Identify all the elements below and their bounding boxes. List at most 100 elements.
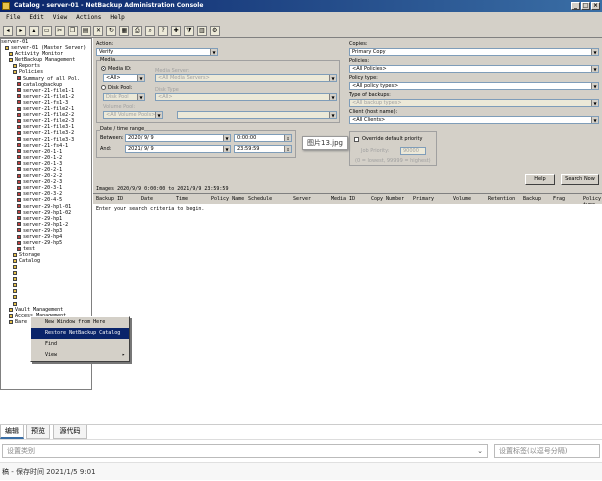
client-select[interactable]: <All Clients> ▼ [349,116,599,124]
column-header[interactable]: Frag [553,196,565,202]
and-date-field[interactable]: 2021/ 9/ 9 ▼ [125,145,231,153]
override-priority-checkbox[interactable] [354,137,359,142]
search-now-button[interactable]: Search Now [561,174,599,185]
column-header[interactable]: Policy Name [211,196,244,202]
print-icon[interactable]: ⎙ [132,26,143,36]
type-of-backup-select[interactable]: <All backup types> ▼ [349,99,599,107]
column-header[interactable]: Media ID [331,196,355,202]
context-menu-item[interactable]: View [31,350,129,361]
up-icon[interactable]: ▴ [28,26,39,36]
menu-file[interactable]: File [6,14,20,21]
media-id-field[interactable]: <All> ▼ [103,74,145,82]
context-menu-item[interactable]: Restore NetBackup Catalog [31,328,129,339]
chevron-down-icon[interactable]: ▼ [329,94,336,100]
new-icon[interactable]: ✚ [170,26,181,36]
results-table[interactable]: Enter your search criteria to begin. [93,204,602,390]
tree-item-label: Catalog [19,258,41,265]
column-header[interactable]: Backup ID [96,196,123,202]
between-time-field[interactable]: 0:00:00 ⇕ [234,134,292,142]
menu-edit[interactable]: Edit [29,14,43,21]
column-header[interactable]: Time [176,196,188,202]
chevron-down-icon[interactable]: ▼ [329,75,336,81]
disk-type-select[interactable]: <All> ▼ [155,93,337,101]
chevron-down-icon[interactable]: ⌄ [477,445,483,457]
tab-source[interactable]: 源代码 [53,425,87,439]
column-header[interactable]: Date [141,196,153,202]
cut-icon[interactable]: ✂ [54,26,65,36]
refresh-icon[interactable]: ↻ [106,26,117,36]
volume-pool-extra-select[interactable]: ▼ [177,111,337,119]
column-header[interactable]: Backup [523,196,541,202]
chevron-down-icon[interactable]: ▼ [137,75,144,81]
volume-pool-select[interactable]: <All Volume Pools> ▼ [103,111,163,119]
policy-icon [17,100,21,105]
tags-input[interactable]: 设置标签(以逗号分隔) [494,444,600,458]
maximize-button[interactable]: □ [581,2,590,10]
context-menu-item[interactable]: New Window from Here [31,317,129,328]
search-icon[interactable]: ⌕ [145,26,156,36]
chevron-down-icon[interactable]: ▼ [223,146,230,152]
filter-icon[interactable]: ⧩ [183,26,194,36]
spin-icon[interactable]: ⇕ [284,146,291,152]
policy-icon [17,118,21,123]
tree-item-label: NetBackup Management [15,57,76,64]
disk-pool-select[interactable]: Disk Pool ▼ [103,93,145,101]
job-priority-field[interactable]: 90000 [400,147,426,155]
chevron-down-icon[interactable]: ▼ [223,135,230,141]
policy-type-label: Policy type: [349,75,378,81]
media-id-radio[interactable]: Media ID: [101,66,132,72]
tab-edit[interactable]: 编辑 [0,425,24,439]
action-select[interactable]: Verify ▼ [96,48,218,56]
between-date-field[interactable]: 2020/ 9/ 9 ▼ [125,134,231,142]
chevron-down-icon[interactable]: ▼ [591,117,598,123]
properties-icon[interactable]: ▦ [119,26,130,36]
disk-pool-radio[interactable]: Disk Pool: [101,85,132,91]
forward-icon[interactable]: ▸ [15,26,26,36]
copies-select[interactable]: Primary Copy ▼ [349,48,599,56]
policies-select[interactable]: <All Policies> ▼ [349,65,599,73]
copy-icon[interactable]: ❐ [67,26,78,36]
help-button[interactable]: Help [525,174,555,185]
back-icon[interactable]: ◂ [3,26,13,36]
column-header[interactable]: Copy Number [371,196,404,202]
tree-item-label: Summary of all Pol. [23,75,81,82]
help-icon[interactable]: ? [158,26,169,36]
chevron-down-icon[interactable]: ▼ [329,112,336,118]
delete-icon[interactable]: ✕ [93,26,104,36]
folder-icon [13,69,17,74]
open-icon[interactable]: ▭ [41,26,52,36]
chevron-down-icon[interactable]: ▼ [155,112,162,118]
folder-icon [13,63,17,68]
column-header[interactable]: Volume [453,196,471,202]
policy-icon [17,155,21,160]
tree-item-label: server-20-1-1 [23,148,63,155]
tab-preview[interactable]: 预览 [26,425,50,439]
policy-icon [17,124,21,129]
context-menu-item[interactable]: Find [31,339,129,350]
media-server-select[interactable]: <All Media Servers> ▼ [155,74,337,82]
column-header[interactable]: Primary [413,196,434,202]
close-button[interactable]: × [591,2,600,10]
settings-icon[interactable]: ⚙ [209,26,220,36]
column-header[interactable]: Retention [488,196,515,202]
chevron-down-icon[interactable]: ▼ [591,66,598,72]
paste-icon[interactable]: ▤ [80,26,91,36]
column-header[interactable]: Schedule [248,196,272,202]
menu-help[interactable]: Help [110,14,124,21]
column-header[interactable]: Server [293,196,311,202]
category-select[interactable]: 设置类别 ⌄ [2,444,488,458]
policy-icon [17,216,21,221]
chevron-down-icon[interactable]: ▼ [591,83,598,89]
spin-icon[interactable]: ⇕ [284,135,291,141]
policy-type-select[interactable]: <All policy types> ▼ [349,82,599,90]
tree-item-label: test [23,246,36,253]
minimize-button[interactable]: _ [571,2,580,10]
report-icon[interactable]: ▥ [196,26,207,36]
menu-view[interactable]: View [53,14,67,21]
menu-actions[interactable]: Actions [76,14,101,21]
chevron-down-icon[interactable]: ▼ [210,49,217,55]
and-time-field[interactable]: 23:59:59 ⇕ [234,145,292,153]
chevron-down-icon[interactable]: ▼ [591,49,598,55]
chevron-down-icon[interactable]: ▼ [591,100,598,106]
chevron-down-icon[interactable]: ▼ [137,94,144,100]
